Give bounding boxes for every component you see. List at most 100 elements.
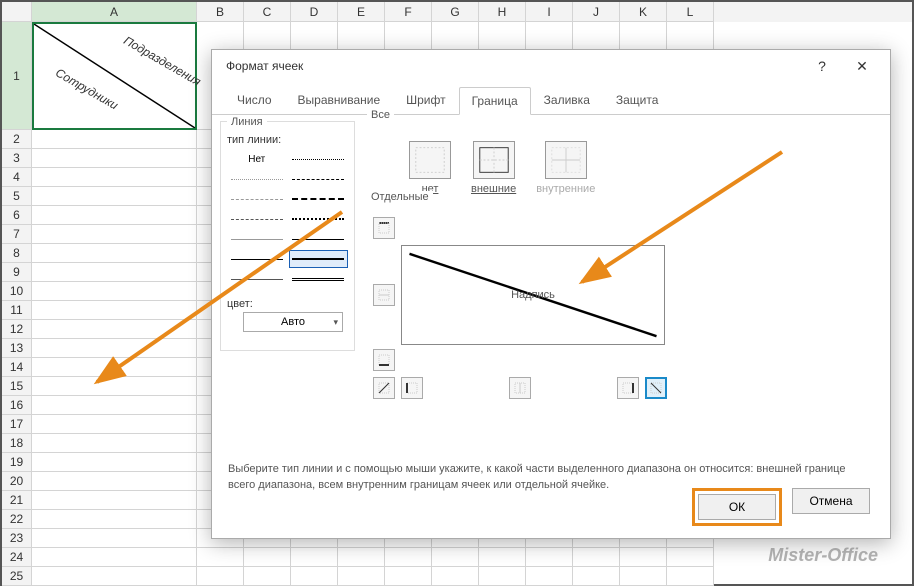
tab-fill[interactable]: Заливка	[531, 86, 603, 114]
row-header-23[interactable]: 23	[2, 529, 32, 548]
column-header-E[interactable]: E	[338, 2, 385, 22]
column-header-K[interactable]: K	[620, 2, 667, 22]
cell[interactable]	[32, 434, 197, 453]
tab-border[interactable]: Граница	[459, 87, 531, 115]
row-header-5[interactable]: 5	[2, 187, 32, 206]
cell[interactable]	[32, 548, 197, 567]
cell[interactable]	[526, 548, 573, 567]
cell[interactable]	[667, 548, 714, 567]
row-header-22[interactable]: 22	[2, 510, 32, 529]
row-header-4[interactable]: 4	[2, 168, 32, 187]
tab-number[interactable]: Число	[224, 86, 285, 114]
border-diag-down-button[interactable]	[645, 377, 667, 399]
column-header-F[interactable]: F	[385, 2, 432, 22]
line-style-7[interactable]	[289, 210, 349, 228]
color-dropdown[interactable]: Авто	[243, 312, 343, 332]
preset-outer[interactable]: внешние	[471, 141, 516, 195]
border-bottom-button[interactable]	[373, 349, 395, 371]
row-header-25[interactable]: 25	[2, 567, 32, 586]
border-left-button[interactable]	[401, 377, 423, 399]
column-header-J[interactable]: J	[573, 2, 620, 22]
cell[interactable]	[479, 567, 526, 586]
cell[interactable]	[32, 149, 197, 168]
line-style-11[interactable]	[227, 270, 287, 288]
cell[interactable]	[338, 567, 385, 586]
cell[interactable]	[244, 548, 291, 567]
row-header-8[interactable]: 8	[2, 244, 32, 263]
row-header-11[interactable]: 11	[2, 301, 32, 320]
close-button[interactable]: ✕	[842, 52, 882, 80]
cell[interactable]	[244, 567, 291, 586]
column-header-B[interactable]: B	[197, 2, 244, 22]
tab-protection[interactable]: Защита	[603, 86, 672, 114]
cell[interactable]	[338, 548, 385, 567]
cell[interactable]	[197, 567, 244, 586]
column-header-L[interactable]: L	[667, 2, 714, 22]
column-header-G[interactable]: G	[432, 2, 479, 22]
line-style-10[interactable]	[227, 250, 287, 268]
row-header-7[interactable]: 7	[2, 225, 32, 244]
cell[interactable]	[32, 396, 197, 415]
cell[interactable]	[479, 548, 526, 567]
cell[interactable]	[32, 244, 197, 263]
line-style-5[interactable]	[289, 190, 349, 208]
border-mid-h-button[interactable]	[373, 284, 395, 306]
cell[interactable]	[32, 377, 197, 396]
row-header-19[interactable]: 19	[2, 453, 32, 472]
column-header-C[interactable]: C	[244, 2, 291, 22]
cell[interactable]	[291, 548, 338, 567]
tab-font[interactable]: Шрифт	[393, 86, 458, 114]
cell[interactable]	[32, 567, 197, 586]
row-header-10[interactable]: 10	[2, 282, 32, 301]
cell[interactable]	[573, 548, 620, 567]
cell-A1[interactable]: ПодразделенияСотрудники	[32, 22, 197, 130]
help-button[interactable]: ?	[802, 52, 842, 80]
line-style-2[interactable]	[227, 170, 287, 188]
cell[interactable]	[385, 567, 432, 586]
row-header-18[interactable]: 18	[2, 434, 32, 453]
row-header-1[interactable]: 1	[2, 22, 32, 130]
cell[interactable]	[32, 529, 197, 548]
cell[interactable]	[32, 225, 197, 244]
line-style-3[interactable]	[289, 170, 349, 188]
cell[interactable]	[32, 415, 197, 434]
cell[interactable]	[291, 567, 338, 586]
cell[interactable]	[32, 358, 197, 377]
cell[interactable]	[32, 453, 197, 472]
row-header-2[interactable]: 2	[2, 130, 32, 149]
cell[interactable]	[667, 567, 714, 586]
cell[interactable]	[573, 567, 620, 586]
column-header-D[interactable]: D	[291, 2, 338, 22]
cell[interactable]	[32, 320, 197, 339]
cell[interactable]	[526, 567, 573, 586]
cancel-button[interactable]: Отмена	[792, 488, 870, 514]
select-all-corner[interactable]	[2, 2, 32, 22]
cell[interactable]	[32, 491, 197, 510]
line-style-none[interactable]: Нет	[227, 150, 287, 168]
cell[interactable]	[432, 548, 479, 567]
row-header-9[interactable]: 9	[2, 263, 32, 282]
ok-button[interactable]: ОК	[698, 494, 776, 520]
line-style-9[interactable]	[289, 230, 349, 248]
border-preview[interactable]: Надпись	[401, 245, 665, 345]
line-style-1[interactable]	[289, 150, 349, 168]
row-header-12[interactable]: 12	[2, 320, 32, 339]
row-header-3[interactable]: 3	[2, 149, 32, 168]
border-mid-v-button[interactable]	[509, 377, 531, 399]
cell[interactable]	[432, 567, 479, 586]
row-header-13[interactable]: 13	[2, 339, 32, 358]
cell[interactable]	[620, 567, 667, 586]
cell[interactable]	[32, 168, 197, 187]
cell[interactable]	[32, 130, 197, 149]
column-header-A[interactable]: A	[32, 2, 197, 22]
dialog-titlebar[interactable]: Формат ячеек ? ✕	[212, 50, 890, 82]
cell[interactable]	[385, 548, 432, 567]
row-header-17[interactable]: 17	[2, 415, 32, 434]
cell[interactable]	[32, 510, 197, 529]
cell[interactable]	[32, 301, 197, 320]
cell[interactable]	[32, 282, 197, 301]
column-header-I[interactable]: I	[526, 2, 573, 22]
column-header-H[interactable]: H	[479, 2, 526, 22]
cell[interactable]	[32, 263, 197, 282]
cell[interactable]	[620, 548, 667, 567]
